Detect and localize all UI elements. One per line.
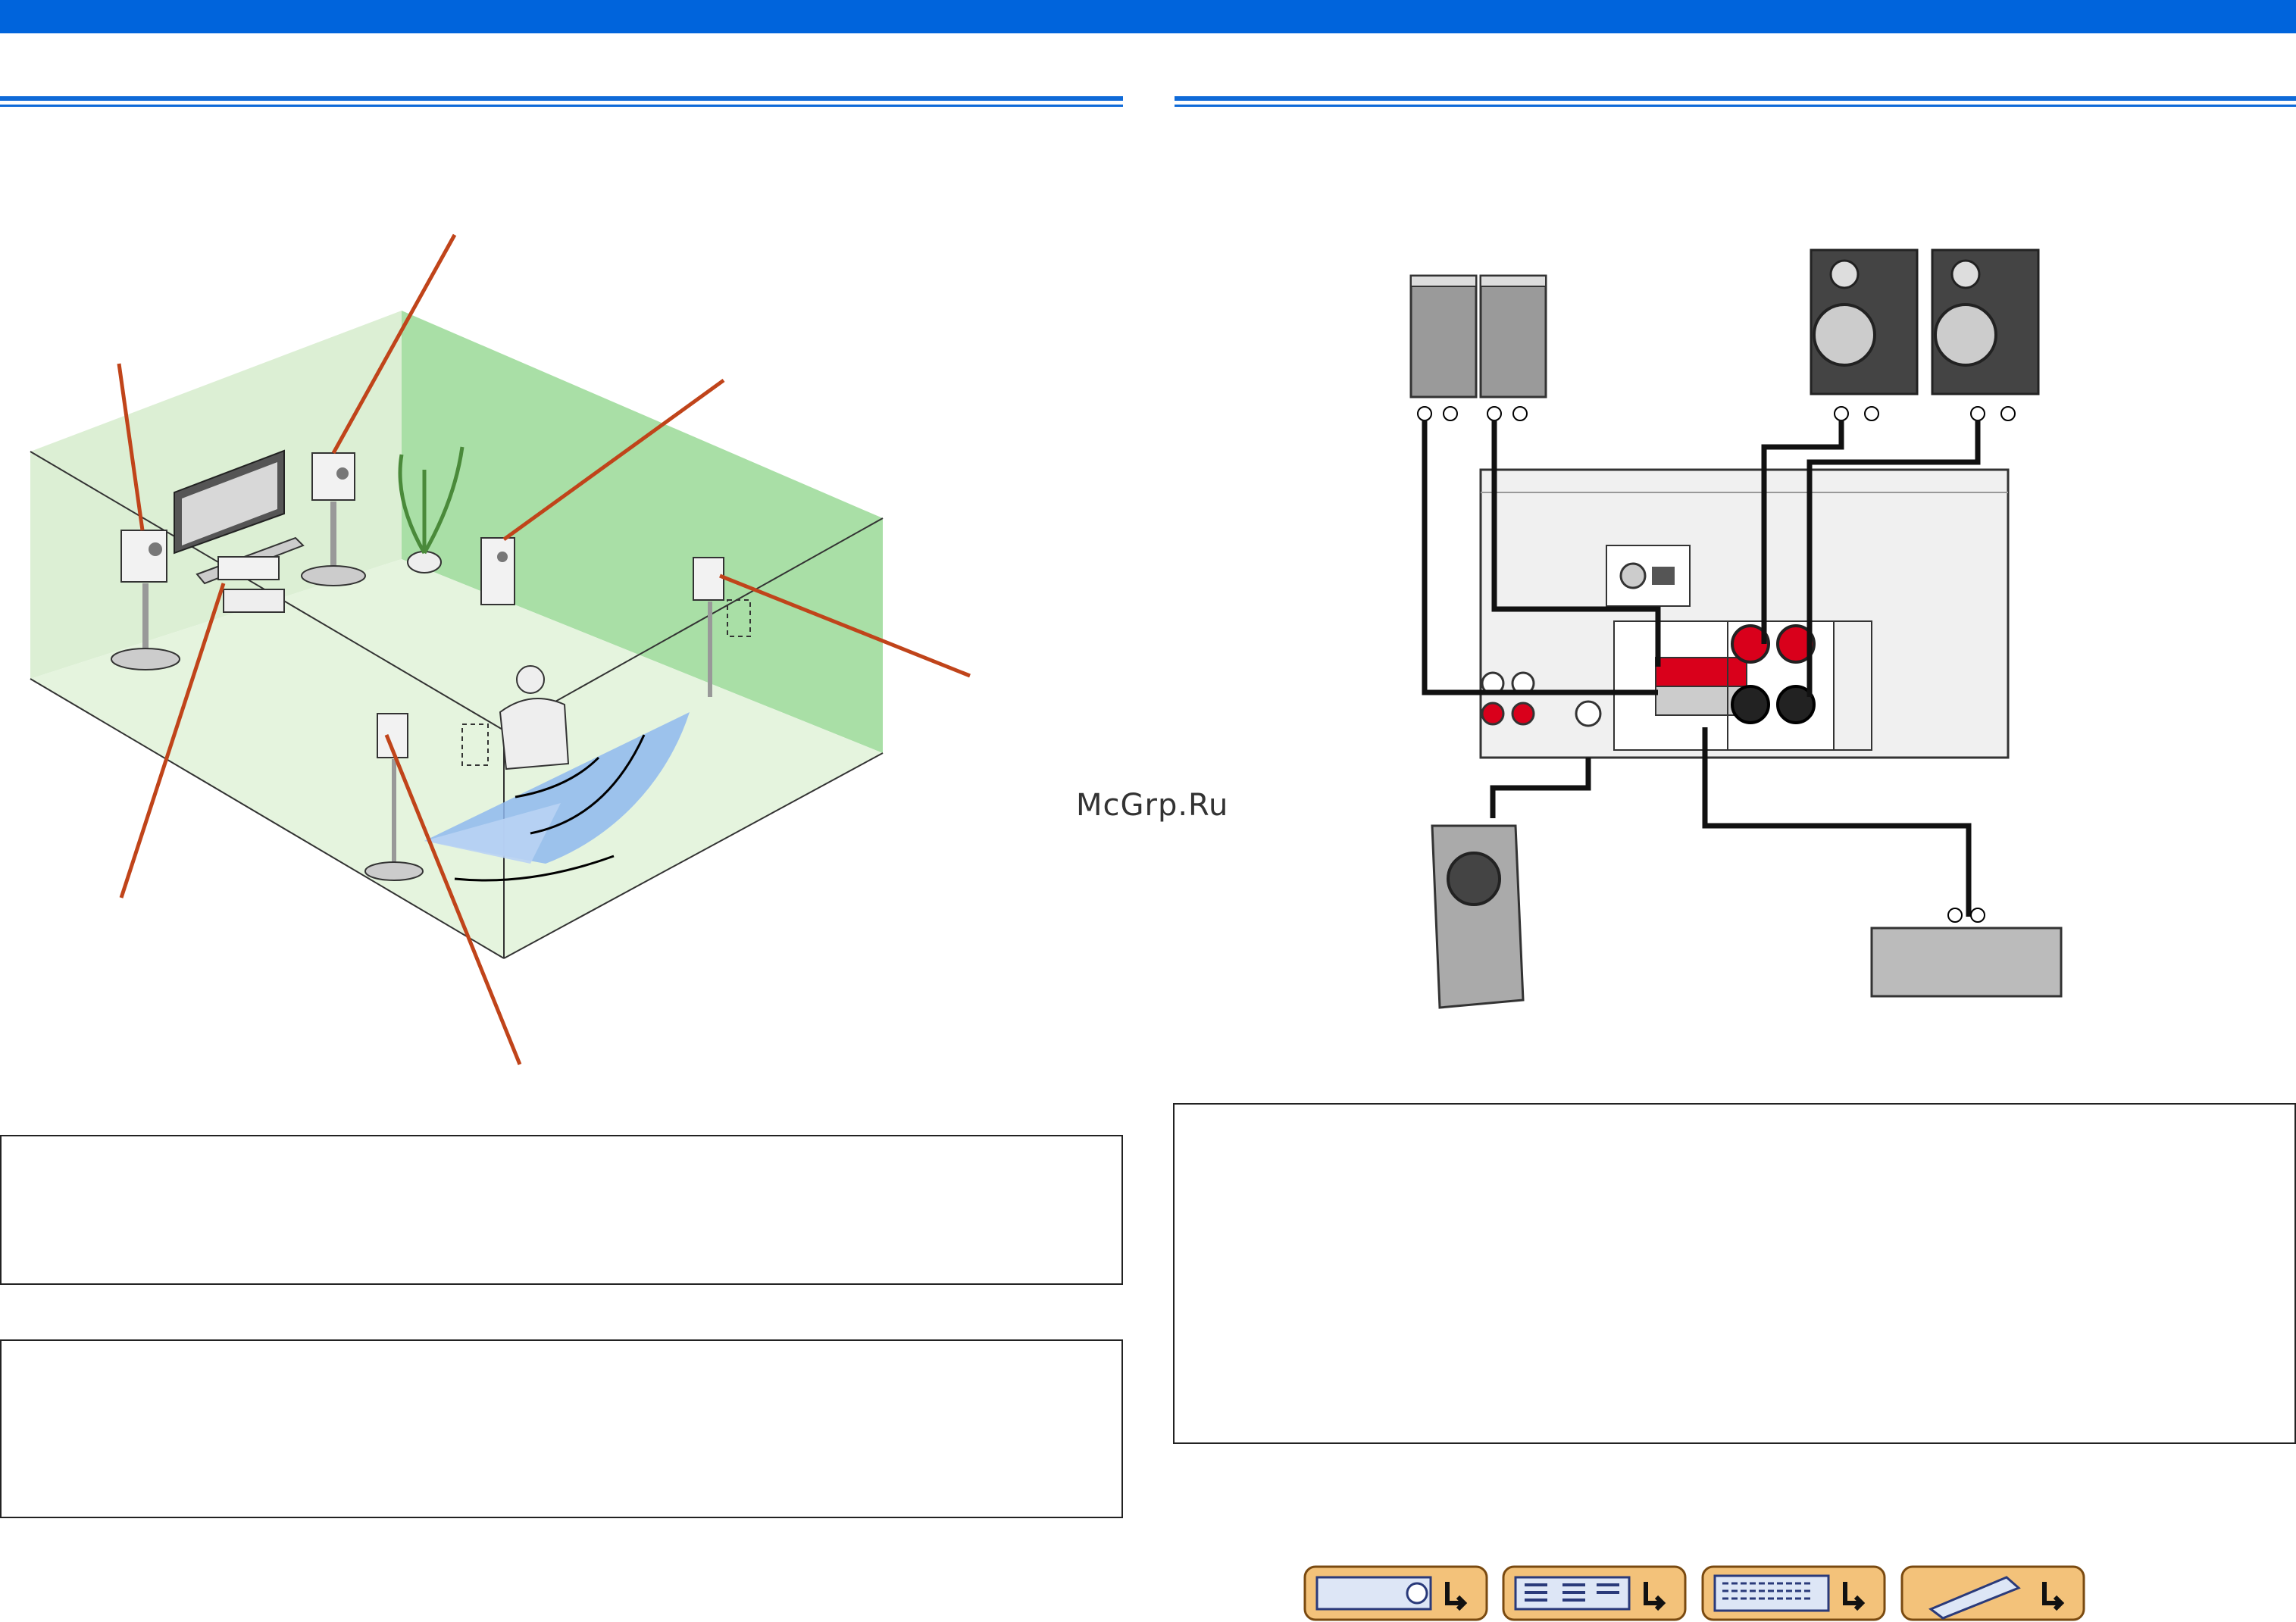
header-bar (0, 0, 2296, 33)
remote-control-icon (1900, 1565, 2085, 1621)
nav-front-display-button[interactable] (1701, 1565, 1886, 1621)
watermark: McGrp.Ru (1076, 788, 1229, 823)
receiver-rear-panel-icon (1502, 1565, 1687, 1621)
speaker-connection-diagram (1409, 248, 2063, 1009)
nav-receiver-front-button[interactable] (1303, 1565, 1488, 1621)
right-section-rule (1175, 96, 2296, 110)
receiver-front-panel-icon (1303, 1565, 1488, 1621)
note-box-1 (0, 1135, 1123, 1285)
note-box-2 (0, 1339, 1123, 1518)
front-display-icon (1701, 1565, 1886, 1621)
speaker-layout-illustration (30, 233, 971, 1065)
nav-remote-control-button[interactable] (1900, 1565, 2085, 1621)
left-section-rule (0, 96, 1123, 110)
nav-receiver-rear-button[interactable] (1502, 1565, 1687, 1621)
note-box-3 (1173, 1103, 2296, 1444)
